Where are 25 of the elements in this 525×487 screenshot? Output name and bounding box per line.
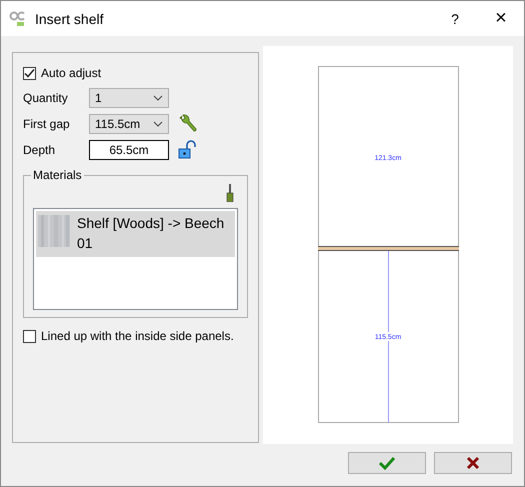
checkbox-label: Auto adjust [41, 66, 102, 80]
list-item[interactable]: Shelf [Woods] -> Beech 01 [36, 211, 235, 257]
checkbox-label: Lined up with the inside side panels. [41, 329, 234, 343]
field-label: Quantity [23, 91, 69, 105]
paintbrush-icon[interactable] [225, 184, 235, 202]
wrench-icon[interactable] [178, 114, 198, 134]
open-lock-icon[interactable] [178, 140, 196, 160]
cancel-button[interactable] [434, 452, 512, 474]
checkbox[interactable] [23, 66, 36, 80]
ok-button[interactable] [348, 452, 426, 474]
chevron-down-icon [153, 121, 163, 127]
cross-icon [466, 456, 480, 470]
app-logo-icon [9, 10, 27, 26]
chevron-down-icon [153, 95, 163, 101]
dropdown[interactable]: 115.5cm [89, 114, 169, 134]
help-button[interactable]: ? [432, 1, 478, 36]
checkbox[interactable] [23, 330, 36, 342]
field-label: Depth [23, 143, 56, 157]
field-label: First gap [23, 117, 71, 131]
group-title: Materials [31, 168, 84, 182]
input-field[interactable]: 65.5cm [89, 140, 169, 160]
window-title: Insert shelf [35, 10, 104, 26]
dropdown[interactable]: 1 [89, 88, 169, 108]
close-button[interactable]: × [478, 1, 524, 36]
checkmark-icon [379, 456, 395, 470]
